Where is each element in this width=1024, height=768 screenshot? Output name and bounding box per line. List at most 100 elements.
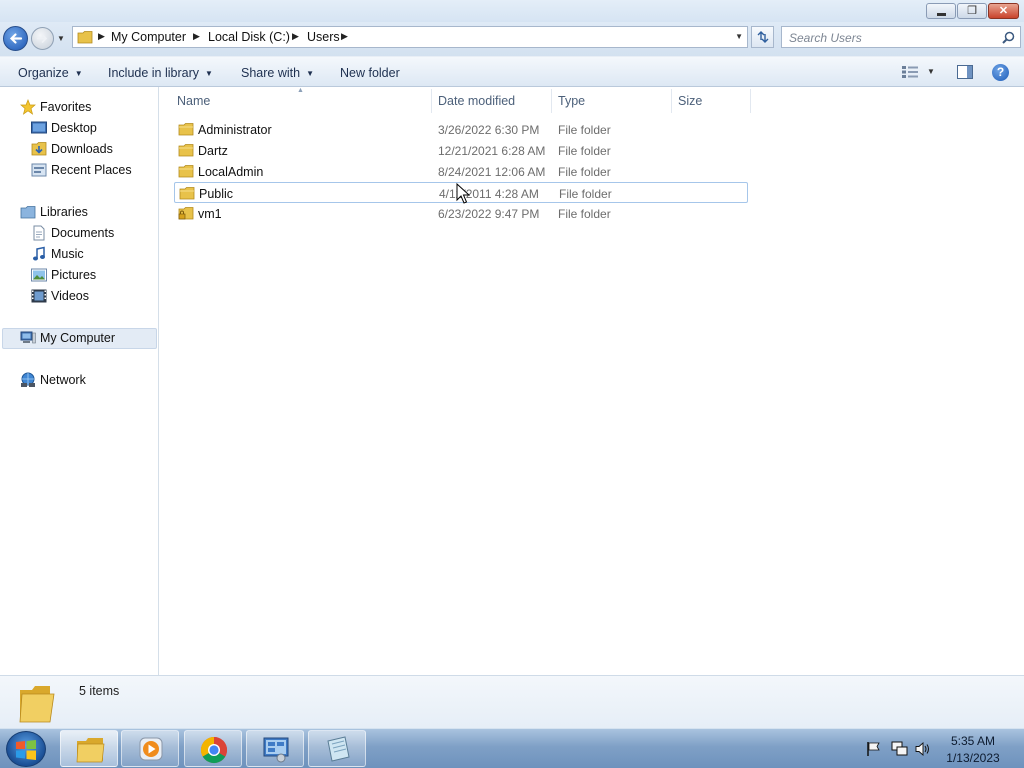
clock-date[interactable]: 1/13/2023 (938, 751, 1008, 765)
search-icon[interactable] (1002, 31, 1015, 44)
nav-documents-label[interactable]: Documents (51, 226, 114, 240)
column-header-date-modified[interactable]: Date modified (438, 94, 515, 108)
music-icon (33, 246, 45, 261)
chevron-down-icon: ▼ (205, 69, 213, 78)
nav-pictures[interactable]: Pictures (31, 265, 151, 285)
view-options-dropdown[interactable]: ▼ (927, 67, 935, 76)
nav-downloads-label[interactable]: Downloads (51, 142, 113, 156)
libraries-icon (20, 206, 36, 219)
address-history-dropdown[interactable]: ▼ (735, 32, 743, 41)
taskbar-media-player[interactable] (121, 730, 179, 767)
nav-recent-places[interactable]: Recent Places (31, 160, 151, 180)
nav-libraries[interactable]: Libraries (20, 202, 140, 222)
close-button[interactable]: ✕ (988, 3, 1019, 19)
nav-libraries-label[interactable]: Libraries (40, 205, 88, 219)
change-view-icon[interactable] (902, 66, 918, 78)
file-row[interactable]: Administrator 3/26/2022 6:30 PM File fol… (174, 119, 748, 140)
search-placeholder[interactable]: Search Users (789, 31, 862, 45)
search-box[interactable]: Search Users (781, 26, 1021, 48)
file-name[interactable]: Administrator (198, 123, 272, 137)
taskbar-explorer[interactable] (60, 730, 118, 767)
nav-pictures-label[interactable]: Pictures (51, 268, 96, 282)
file-date-modified: 6/23/2022 9:47 PM (438, 207, 540, 221)
share-with-menu[interactable]: Share with ▼ (241, 66, 314, 80)
file-row[interactable]: vm1 6/23/2022 9:47 PM File folder (174, 203, 748, 224)
new-folder-button[interactable]: New folder (340, 66, 400, 80)
nav-desktop-label[interactable]: Desktop (51, 121, 97, 135)
breadcrumb-local-disk[interactable]: Local Disk (C:) (208, 30, 290, 44)
file-date-modified: 12/21/2021 6:28 AM (438, 144, 546, 158)
breadcrumb-separator-icon[interactable]: ▶ (341, 31, 348, 42)
organize-menu[interactable]: Organize ▼ (18, 66, 83, 80)
column-header-name[interactable]: Name (177, 94, 210, 108)
file-row[interactable]: Dartz 12/21/2021 6:28 AM File folder (174, 140, 748, 161)
nav-videos-label[interactable]: Videos (51, 289, 89, 303)
chevron-down-icon: ▼ (74, 69, 83, 78)
share-with-label[interactable]: Share with (241, 66, 300, 80)
breadcrumb-separator-icon[interactable]: ▶ (98, 31, 105, 42)
file-name[interactable]: LocalAdmin (198, 165, 263, 179)
mouse-cursor-icon (456, 183, 470, 204)
breadcrumb-my-computer[interactable]: My Computer (111, 30, 186, 44)
nav-my-computer-label[interactable]: My Computer (40, 331, 115, 345)
include-in-library-menu[interactable]: Include in library ▼ (108, 66, 213, 80)
chevron-down-icon: ▼ (306, 69, 314, 78)
clock-time[interactable]: 5:35 AM (938, 734, 1008, 748)
nav-network-label[interactable]: Network (40, 373, 86, 387)
network-tray-icon[interactable] (891, 741, 909, 757)
file-name[interactable]: vm1 (198, 207, 222, 221)
nav-network[interactable]: Network (20, 370, 140, 390)
nav-favorites[interactable]: Favorites (20, 97, 140, 117)
back-arrow-icon (9, 33, 23, 44)
nav-music[interactable]: Music (31, 244, 151, 264)
file-date-modified: 3/26/2022 6:30 PM (438, 123, 540, 137)
recent-pages-dropdown[interactable]: ▼ (57, 34, 67, 44)
column-divider[interactable] (671, 89, 672, 113)
nav-downloads[interactable]: Downloads (31, 139, 151, 159)
minimize-button[interactable] (926, 3, 956, 19)
taskbar: 5:35 AM 1/13/2023 (0, 728, 1024, 768)
command-bar: Organize ▼ Include in library ▼ Share with… (0, 56, 1024, 87)
file-type: File folder (558, 144, 611, 158)
file-row[interactable]: LocalAdmin 8/24/2021 12:06 AM File folde… (174, 161, 748, 182)
back-button[interactable] (3, 26, 28, 51)
nav-videos[interactable]: Videos (31, 286, 151, 306)
preview-pane-icon[interactable] (957, 65, 973, 79)
close-icon: ✕ (998, 5, 1009, 17)
restore-icon: ❐ (967, 5, 977, 17)
column-header-size[interactable]: Size (678, 94, 702, 108)
breadcrumb-users[interactable]: Users (307, 30, 340, 44)
folder-icon (77, 31, 93, 44)
nav-recent-places-label[interactable]: Recent Places (51, 163, 132, 177)
column-divider[interactable] (750, 89, 751, 113)
address-bar[interactable]: ▶ My Computer ▶ Local Disk (C:) ▶ Users … (72, 26, 748, 48)
column-header-type[interactable]: Type (558, 94, 585, 108)
nav-favorites-label[interactable]: Favorites (40, 100, 91, 114)
start-button[interactable] (6, 731, 46, 767)
breadcrumb-separator-icon[interactable]: ▶ (193, 31, 200, 42)
nav-music-label[interactable]: Music (51, 247, 84, 261)
file-name[interactable]: Dartz (198, 144, 228, 158)
taskbar-control-panel[interactable] (246, 730, 304, 767)
refresh-button[interactable] (751, 26, 774, 48)
nav-documents[interactable]: Documents (31, 223, 151, 243)
action-center-flag-icon[interactable] (866, 741, 882, 757)
taskbar-notepad[interactable] (308, 730, 366, 767)
item-count: 5 items (79, 684, 120, 698)
file-name[interactable]: Public (199, 187, 233, 201)
nav-my-computer[interactable]: My Computer (20, 328, 140, 348)
minimize-icon (937, 13, 946, 16)
taskbar-chrome[interactable] (184, 730, 242, 767)
organize-label[interactable]: Organize (18, 66, 69, 80)
breadcrumb-separator-icon[interactable]: ▶ (292, 31, 299, 42)
column-divider[interactable] (431, 89, 432, 113)
help-button[interactable]: ? (992, 64, 1009, 81)
include-in-library-label[interactable]: Include in library (108, 66, 199, 80)
file-list: ▲ Name Date modified Type Size Administr… (159, 87, 1024, 675)
nav-desktop[interactable]: Desktop (31, 118, 151, 138)
volume-icon[interactable] (915, 741, 931, 757)
column-divider[interactable] (551, 89, 552, 113)
forward-button[interactable] (31, 27, 54, 50)
address-row: ▼ ▶ My Computer ▶ Local Disk (C:) ▶ User… (0, 22, 1024, 56)
maximize-button[interactable]: ❐ (957, 3, 987, 19)
